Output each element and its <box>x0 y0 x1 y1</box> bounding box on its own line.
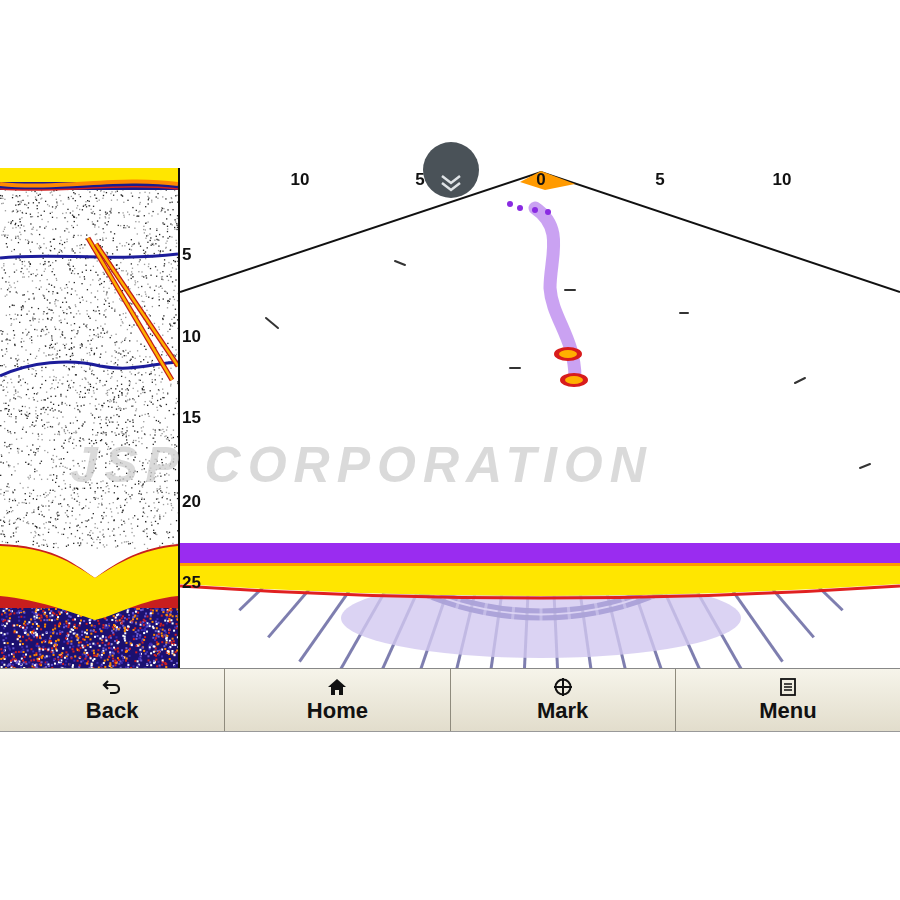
button-label: Menu <box>759 699 816 723</box>
button-label: Home <box>307 699 368 723</box>
range-label: 5 <box>655 170 664 190</box>
home-icon <box>327 677 347 697</box>
menu-icon <box>778 677 798 697</box>
back-button[interactable]: Back <box>0 669 225 731</box>
depth-label: 10 <box>181 327 202 347</box>
button-label: Back <box>86 699 139 723</box>
collapse-button[interactable] <box>423 142 479 198</box>
chevron-down-icon <box>438 174 464 192</box>
button-label: Mark <box>537 699 588 723</box>
home-button[interactable]: Home <box>225 669 450 731</box>
watermark: JSP CORPORATION <box>70 440 653 490</box>
range-label: 10 <box>291 170 310 190</box>
depth-label: 25 <box>181 573 202 593</box>
range-label: 10 <box>773 170 792 190</box>
livescope-sonar-panel: 1050510510152025 <box>180 168 900 668</box>
mark-icon <box>553 677 573 697</box>
sonar-display: 1050510510152025 JSP CORPORATION <box>0 168 900 668</box>
back-icon <box>102 677 122 697</box>
depth-label: 20 <box>181 492 202 512</box>
livescope-sonar-image <box>180 168 900 668</box>
traditional-sonar-panel <box>0 168 178 668</box>
depth-label: 5 <box>181 245 192 265</box>
depth-label: 15 <box>181 408 202 428</box>
traditional-sonar-image <box>0 168 178 668</box>
button-bar: Back Home Mark Menu <box>0 668 900 732</box>
mark-button[interactable]: Mark <box>451 669 676 731</box>
range-label: 0 <box>536 170 545 190</box>
menu-button[interactable]: Menu <box>676 669 900 731</box>
